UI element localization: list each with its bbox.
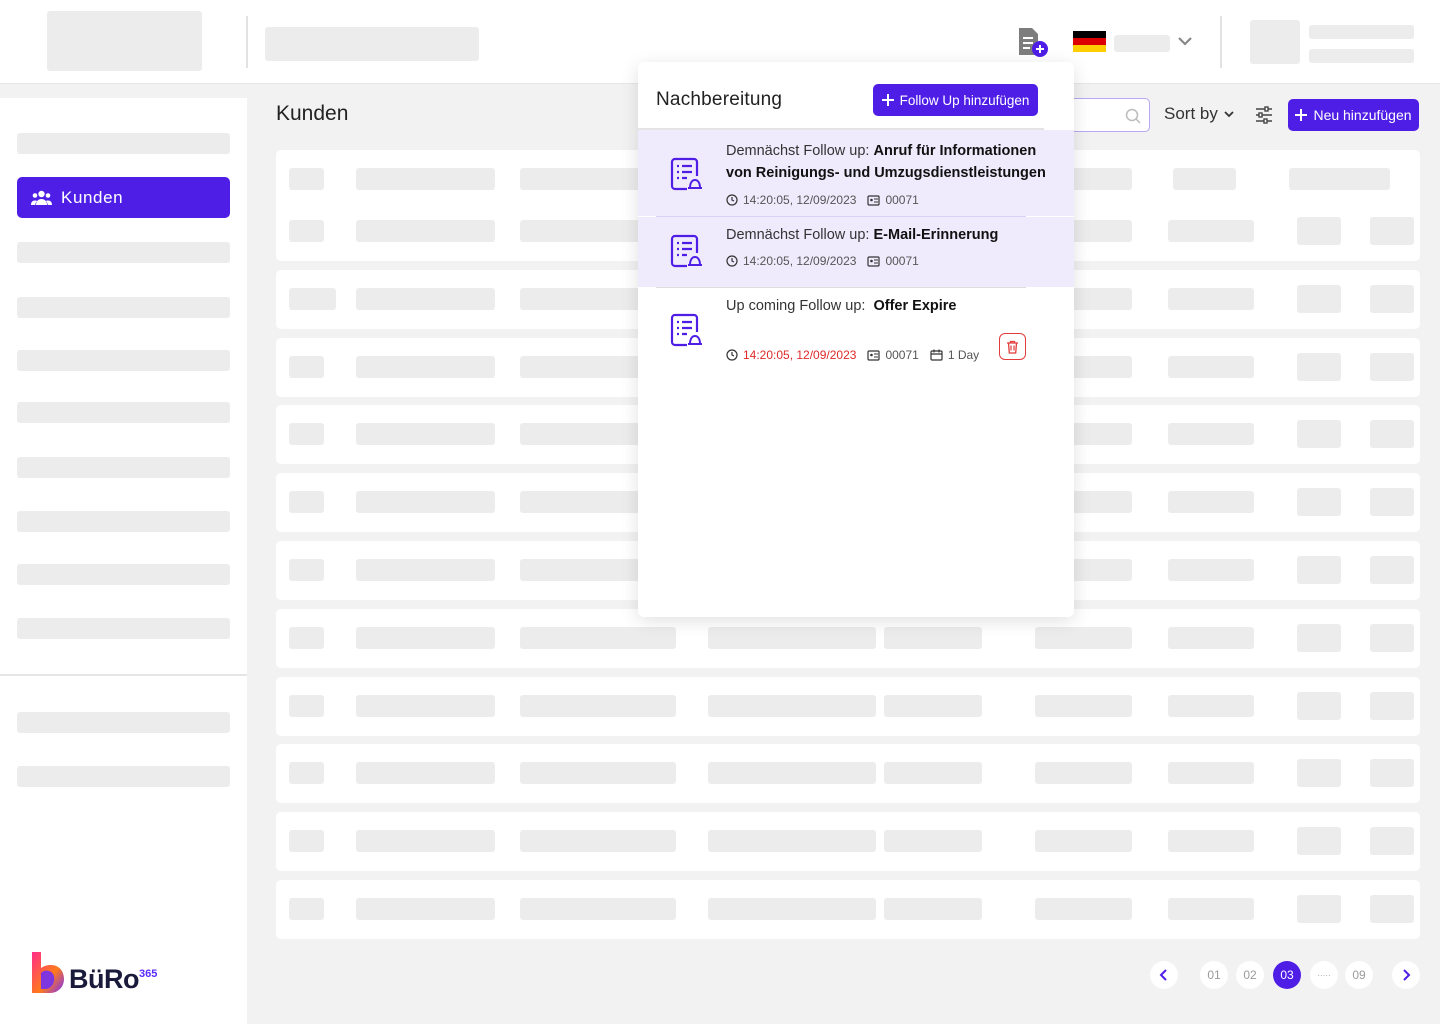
delete-button[interactable] [999,333,1026,360]
sort-label: Sort by [1164,104,1218,123]
add-new-label: Neu hinzufügen [1313,107,1412,123]
sidebar-divider [0,674,247,676]
follow-up-item[interactable]: Demnächst Follow up: Anruf für Informati… [638,130,1074,216]
language-label-placeholder [1114,35,1170,52]
follow-up-meta: 14:20:05, 12/09/2023 00071 [726,254,930,268]
clock-icon [726,194,738,206]
follow-up-meta: 14:20:05, 12/09/2023 00071 [726,193,930,207]
table-row[interactable] [276,880,1420,939]
follow-up-popup: Nachbereitung Follow Up hinzufügen Demnä… [638,62,1074,617]
sidebar-item[interactable] [17,766,230,787]
follow-up-prefix: Demnächst Follow up: [726,143,870,159]
avatar[interactable] [1250,20,1300,64]
sidebar-item[interactable] [17,402,230,423]
follow-up-item[interactable]: Demnächst Follow up: E-Mail-Erinnerung 1… [638,217,1074,287]
sidebar-item[interactable] [17,712,230,733]
chevron-down-icon [1224,111,1234,118]
task-reminder-icon [670,313,702,347]
follow-up-text: Up coming Follow up: Offer Expire [726,295,1061,317]
logo-superscript: 365 [138,968,158,980]
user-role-placeholder [1309,49,1414,63]
follow-up-id: 00071 [885,193,919,207]
next-page-button[interactable] [1392,961,1420,989]
page-button[interactable]: 02 [1236,961,1264,989]
search-icon [1125,108,1141,124]
follow-up-item[interactable]: Up coming Follow up: Offer Expire 14:20:… [638,288,1074,378]
chevron-down-icon[interactable] [1177,34,1193,52]
sidebar-item[interactable] [17,511,230,532]
plus-icon [1295,109,1308,121]
id-card-icon [867,350,881,361]
germany-flag-icon[interactable] [1073,31,1106,52]
chevron-left-icon [1159,969,1167,981]
page-button-active[interactable]: 03 [1273,961,1301,989]
sidebar-item[interactable] [17,618,230,639]
divider [246,16,248,68]
plus-icon [881,94,894,106]
page-button[interactable]: 09 [1345,961,1373,989]
sidebar-item-kunden[interactable]: Kunden [17,177,230,218]
chevron-right-icon [1403,969,1411,981]
filter-icon[interactable] [1254,105,1274,130]
table-row[interactable] [276,812,1420,871]
follow-up-text: Demnächst Follow up: E-Mail-Erinnerung [726,224,1061,246]
clock-icon [726,349,738,361]
follow-up-duration: 1 Day [947,348,980,362]
page-ellipsis: ····· [1310,961,1338,989]
buro365-logo: BüRo 365 [30,950,157,994]
logo-text: BüRo [69,964,139,994]
add-new-button[interactable]: Neu hinzufügen [1288,99,1419,131]
id-card-icon [867,195,881,206]
prev-page-button[interactable] [1150,961,1178,989]
follow-up-time: 14:20:05, 12/09/2023 [743,254,857,268]
trash-icon [1007,340,1018,354]
follow-up-id: 00071 [885,254,919,268]
follow-up-text: Demnächst Follow up: Anruf für Informati… [726,140,1061,184]
popup-title: Nachbereitung [656,89,783,110]
sidebar-item[interactable] [17,457,230,478]
add-follow-up-button[interactable]: Follow Up hinzufügen [873,84,1038,116]
follow-up-prefix: Demnächst Follow up: [726,227,870,243]
user-name-placeholder [1309,25,1414,39]
users-icon [31,190,52,205]
table-row[interactable] [276,609,1420,668]
page-title: Kunden [276,102,349,125]
sidebar-item[interactable] [17,350,230,371]
follow-up-id: 00071 [885,348,919,362]
page-button[interactable]: 01 [1200,961,1228,989]
divider [1220,16,1222,68]
follow-up-title: E-Mail-Erinnerung [873,227,999,243]
follow-up-meta: 14:20:05, 12/09/2023 00071 1 Day [726,348,990,362]
header-search-placeholder[interactable] [265,27,479,61]
add-follow-up-label: Follow Up hinzufügen [899,92,1030,108]
logo-placeholder [47,11,202,71]
sidebar: Kunden [0,98,247,1024]
calendar-icon [930,349,943,361]
id-card-icon [867,256,881,267]
task-reminder-icon [670,234,702,268]
sidebar-item[interactable] [17,564,230,585]
follow-up-prefix: Up coming Follow up: [726,298,866,314]
table-row[interactable] [276,744,1420,803]
follow-up-time-overdue: 14:20:05, 12/09/2023 [743,348,857,362]
search-input[interactable] [1068,98,1150,132]
follow-up-title: Offer Expire [873,298,957,314]
task-reminder-icon [670,157,702,191]
sort-dropdown[interactable]: Sort by [1164,104,1234,124]
follow-up-time: 14:20:05, 12/09/2023 [743,193,857,207]
sidebar-item[interactable] [17,242,230,263]
table-row[interactable] [276,677,1420,736]
clock-icon [726,255,738,267]
sidebar-item-label: Kunden [61,187,124,207]
sidebar-item[interactable] [17,133,230,154]
sidebar-item[interactable] [17,297,230,318]
document-add-icon[interactable] [1016,27,1050,59]
